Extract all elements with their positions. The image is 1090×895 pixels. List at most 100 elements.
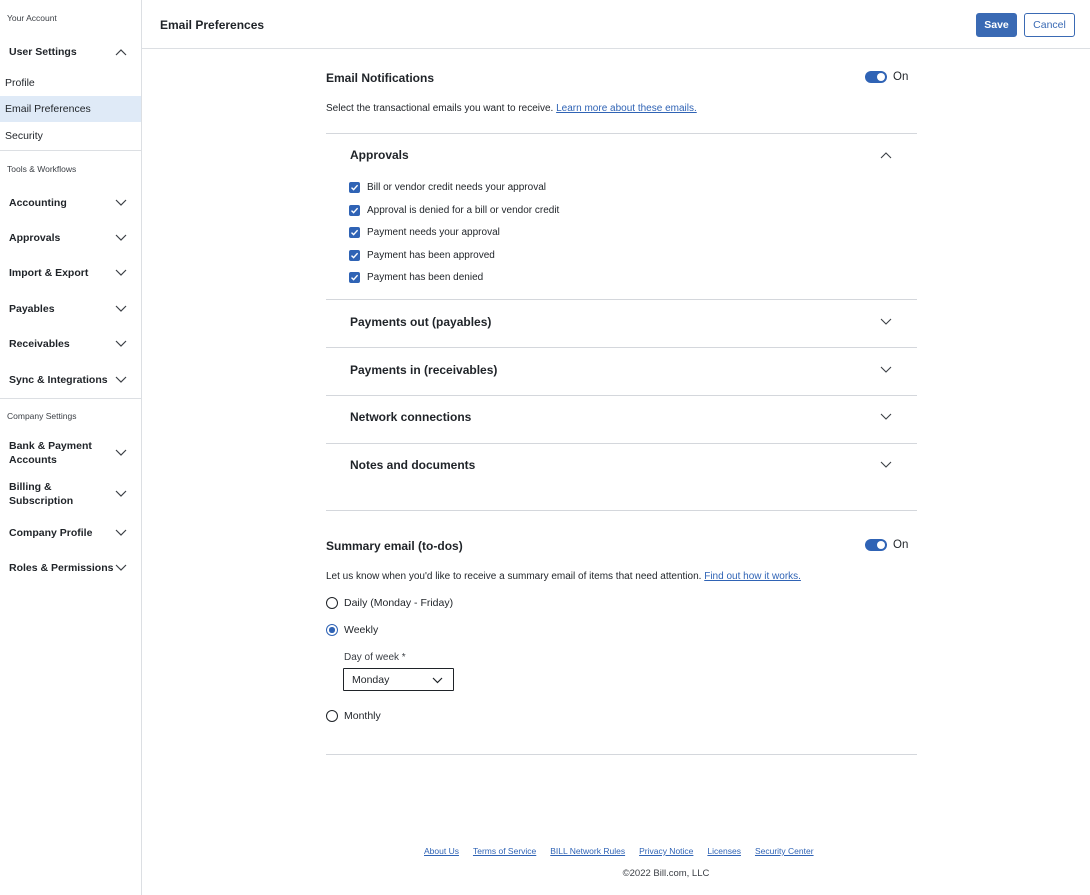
sidebar-group-billing-subscription[interactable]: Billing & Subscription	[0, 479, 141, 509]
sidebar-group-label: Payables	[9, 303, 55, 315]
email-notifications-description-text: Select the transactional emails you want…	[326, 103, 554, 114]
checkmark-icon	[351, 207, 359, 214]
sidebar-group-company-profile[interactable]: Company Profile	[0, 522, 141, 544]
checkbox-checked[interactable]	[349, 250, 360, 261]
email-notifications-toggle-label: On	[893, 71, 909, 83]
save-button[interactable]: Save	[976, 13, 1017, 37]
chevron-up-icon	[115, 49, 127, 56]
sidebar-item-label: Security	[5, 130, 43, 142]
sidebar-item-security[interactable]: Security	[0, 126, 141, 146]
accordion-title: Payments out (payables)	[350, 315, 492, 329]
footer-link-licenses[interactable]: Licenses	[707, 846, 741, 856]
chevron-up-icon	[880, 152, 892, 159]
find-out-link[interactable]: Find out how it works.	[704, 571, 801, 582]
copyright: ©2022 Bill.com, LLC	[622, 868, 710, 879]
radio-option-weekly[interactable]: Weekly	[326, 624, 378, 636]
checkbox-checked[interactable]	[349, 272, 360, 283]
footer-link-network-rules[interactable]: BILL Network Rules	[550, 846, 625, 856]
sidebar-item-profile[interactable]: Profile	[0, 73, 141, 93]
checkbox-row[interactable]: Payment needs your approval	[349, 227, 500, 238]
chevron-down-icon	[115, 490, 127, 497]
accordion-network-connections-header[interactable]: Network connections	[326, 396, 917, 443]
checkbox-label: Payment needs your approval	[367, 227, 500, 238]
checkmark-icon	[351, 184, 359, 191]
chevron-down-icon	[115, 529, 127, 536]
accordion-approvals-header[interactable]: Approvals	[326, 134, 917, 176]
sidebar-group-label: User Settings	[9, 46, 77, 58]
sidebar-item-label: Profile	[5, 77, 35, 89]
sidebar-group-user-settings[interactable]: User Settings	[0, 42, 141, 62]
sidebar-group-roles-permissions[interactable]: Roles & Permissions	[0, 557, 141, 579]
sidebar-group-bank-payment-accounts[interactable]: Bank & Payment Accounts	[0, 438, 141, 468]
sidebar-item-email-preferences[interactable]: Email Preferences	[0, 96, 141, 122]
sidebar-divider	[0, 398, 141, 399]
sidebar-divider	[0, 150, 141, 151]
checkbox-label: Approval is denied for a bill or vendor …	[367, 205, 560, 216]
footer-links: About Us Terms of Service BILL Network R…	[424, 846, 814, 856]
page-title: Email Preferences	[160, 18, 265, 32]
top-bar: Email Preferences Save Cancel	[142, 0, 1090, 49]
sidebar-section-company-settings: Company Settings	[7, 411, 77, 421]
sidebar-section-tools-workflows: Tools & Workflows	[7, 164, 77, 174]
radio-button[interactable]	[326, 597, 338, 609]
cancel-button[interactable]: Cancel	[1024, 13, 1075, 37]
summary-email-toggle-label: On	[893, 539, 909, 551]
checkbox-checked[interactable]	[349, 182, 360, 193]
learn-more-link[interactable]: Learn more about these emails.	[556, 103, 697, 114]
sidebar-group-label: Billing & Subscription	[0, 480, 73, 508]
day-of-week-select[interactable]: Monday	[343, 668, 454, 691]
accordion-notes-documents-header[interactable]: Notes and documents	[326, 444, 917, 491]
checkmark-icon	[351, 274, 359, 281]
sidebar-group-import-export[interactable]: Import & Export	[0, 262, 141, 284]
radio-button[interactable]	[326, 710, 338, 722]
radio-label: Weekly	[344, 624, 379, 636]
day-of-week-value: Monday	[352, 673, 390, 686]
sidebar-group-label: Company Profile	[9, 527, 93, 539]
sidebar-group-label: Import & Export	[9, 267, 89, 279]
sidebar-group-label-line1: Billing &	[9, 481, 52, 493]
checkbox-row[interactable]: Approval is denied for a bill or vendor …	[349, 205, 559, 216]
summary-email-toggle[interactable]	[865, 539, 887, 551]
radio-option-monthly[interactable]: Monthly	[326, 710, 381, 722]
radio-label: Monthly	[344, 710, 381, 722]
checkbox-row[interactable]: Bill or vendor credit needs your approva…	[349, 182, 546, 193]
email-notifications-description: Select the transactional emails you want…	[326, 103, 697, 114]
checkbox-checked[interactable]	[349, 205, 360, 216]
summary-email-toggle-group[interactable]: On	[865, 539, 908, 551]
footer-link-security-center[interactable]: Security Center	[755, 846, 814, 856]
checkbox-checked[interactable]	[349, 227, 360, 238]
summary-email-description: Let us know when you'd like to receive a…	[326, 571, 801, 582]
sidebar-group-approvals[interactable]: Approvals	[0, 227, 141, 249]
email-notifications-toggle[interactable]	[865, 71, 887, 83]
divider	[326, 510, 917, 511]
accordion-payments-out-header[interactable]: Payments out (payables)	[326, 300, 917, 347]
sidebar-group-accounting[interactable]: Accounting	[0, 192, 141, 214]
sidebar-group-label: Bank & Payment Accounts	[0, 439, 92, 467]
sidebar-group-receivables[interactable]: Receivables	[0, 333, 141, 355]
radio-option-daily[interactable]: Daily (Monday - Friday)	[326, 597, 453, 609]
chevron-down-icon	[115, 340, 127, 347]
chevron-down-icon	[880, 461, 892, 468]
checkbox-row[interactable]: Payment has been approved	[349, 250, 495, 261]
email-notifications-toggle-group[interactable]: On	[865, 71, 908, 83]
chevron-down-icon	[115, 376, 127, 383]
chevron-down-icon	[115, 234, 127, 241]
chevron-down-icon	[115, 305, 127, 312]
radio-button-selected[interactable]	[326, 624, 338, 636]
chevron-down-icon	[880, 366, 892, 373]
sidebar-group-label-line1: Bank & Payment	[9, 440, 92, 452]
footer-link-terms-of-service[interactable]: Terms of Service	[473, 846, 536, 856]
sidebar-group-label: Accounting	[9, 197, 67, 209]
summary-email-title: Summary email (to-dos)	[326, 539, 463, 553]
chevron-down-icon	[115, 564, 127, 571]
sidebar-group-sync-integrations[interactable]: Sync & Integrations	[0, 369, 141, 391]
radio-label: Daily (Monday - Friday)	[344, 597, 454, 609]
chevron-down-icon	[432, 677, 443, 684]
footer-link-privacy-notice[interactable]: Privacy Notice	[639, 846, 693, 856]
sidebar-group-label: Sync & Integrations	[9, 374, 108, 386]
footer-link-about-us[interactable]: About Us	[424, 846, 459, 856]
checkbox-label: Payment has been approved	[367, 250, 495, 261]
accordion-payments-in-header[interactable]: Payments in (receivables)	[326, 348, 917, 395]
checkbox-row[interactable]: Payment has been denied	[349, 272, 483, 283]
sidebar-group-payables[interactable]: Payables	[0, 298, 141, 320]
